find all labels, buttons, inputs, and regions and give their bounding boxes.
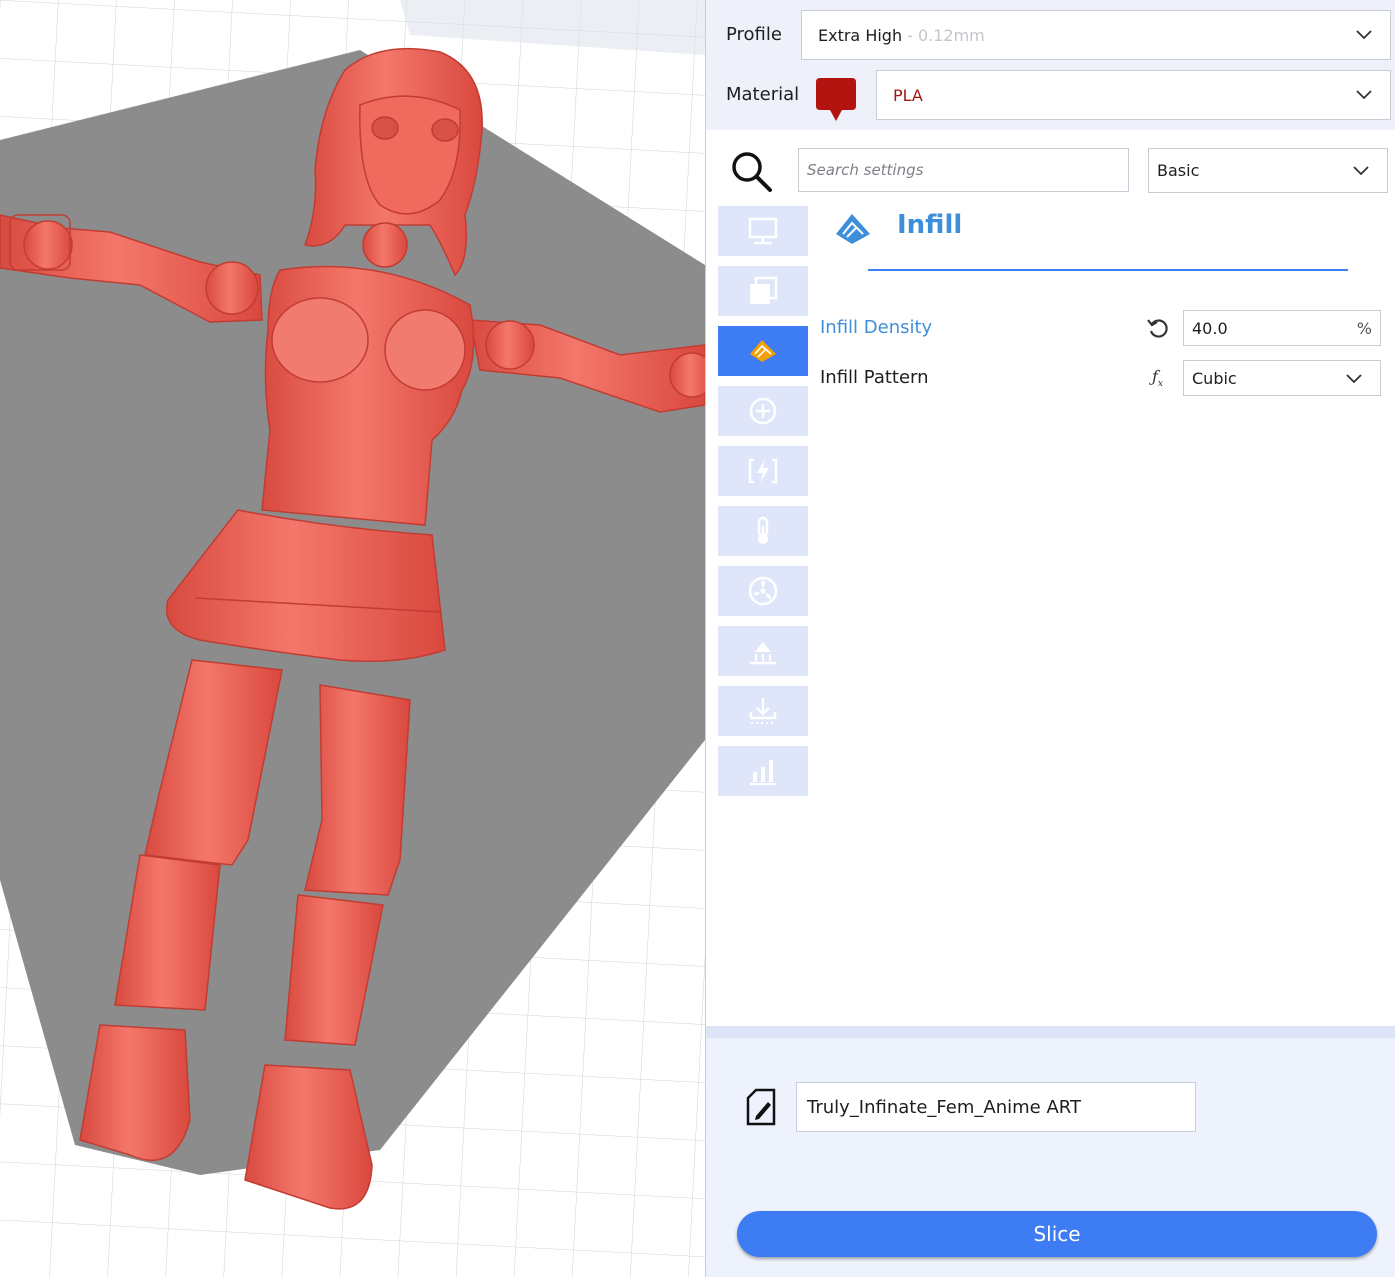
settings-visibility-value: Basic (1157, 161, 1200, 180)
infill-density-value: 40.0 (1192, 318, 1228, 338)
edit-file-icon[interactable] (746, 1088, 778, 1126)
category-adhesion-button[interactable] (718, 686, 808, 736)
function-icon: ƒx (1152, 367, 1163, 390)
profile-layer-height: - 0.12mm (907, 25, 985, 45)
print-setup-header: Profile Extra High - 0.12mm Material PLA (706, 0, 1395, 130)
monitor-icon (748, 217, 778, 245)
infill-icon (750, 340, 776, 362)
slice-button[interactable]: Slice (737, 1211, 1377, 1257)
infill-pattern-dropdown[interactable]: Cubic (1183, 360, 1381, 396)
material-label: Material (726, 84, 800, 105)
print-settings-panel: Profile Extra High - 0.12mm Material PLA… (705, 0, 1395, 1277)
profile-value: Extra High (818, 25, 903, 45)
search-settings-input[interactable] (798, 148, 1129, 192)
category-speed-button[interactable] (718, 446, 808, 496)
bar-chart-icon (750, 760, 776, 785)
category-walls-button[interactable] (718, 266, 808, 316)
infill-density-label: Infill Density (820, 317, 933, 338)
fan-icon (748, 576, 778, 606)
search-icon[interactable] (728, 148, 776, 196)
profile-dropdown[interactable]: Extra High - 0.12mm (801, 10, 1391, 60)
build-plate-scene (0, 0, 705, 1277)
support-icon (750, 642, 776, 665)
chevron-down-icon (1356, 30, 1372, 40)
infill-density-unit: % (1356, 318, 1372, 338)
settings-visibility-dropdown[interactable]: Basic (1148, 148, 1388, 193)
section-title: Infill (897, 210, 963, 240)
thermometer-icon (757, 516, 769, 544)
job-name-input[interactable]: Truly_Infinate_Fem_Anime ART (796, 1082, 1196, 1132)
chevron-down-icon (1353, 165, 1369, 175)
category-temperature-button[interactable] (718, 506, 808, 556)
lightning-icon (748, 458, 778, 484)
material-value: PLA (893, 85, 923, 105)
material-color-swatch-icon[interactable] (812, 76, 860, 124)
category-cooling-button[interactable] (718, 566, 808, 616)
category-experimental-button[interactable] (718, 746, 808, 796)
chevron-down-icon (1356, 90, 1372, 100)
download-tray-icon (749, 698, 777, 724)
reset-icon[interactable] (1146, 316, 1170, 340)
3d-viewport[interactable] (0, 0, 705, 1277)
category-infill-button[interactable] (718, 326, 808, 376)
infill-section-icon (836, 214, 870, 244)
infill-pattern-label: Infill Pattern (820, 367, 929, 388)
category-material-button[interactable] (718, 386, 808, 436)
category-support-button[interactable] (718, 626, 808, 676)
plus-circle-icon (749, 397, 777, 425)
material-dropdown[interactable]: PLA (876, 70, 1391, 120)
infill-density-field[interactable]: 40.0 % (1183, 310, 1381, 346)
infill-pattern-value: Cubic (1192, 368, 1237, 388)
section-divider (868, 269, 1348, 271)
category-quality-button[interactable] (718, 206, 808, 256)
chevron-down-icon (1346, 374, 1362, 384)
output-panel: Truly_Infinate_Fem_Anime ART Slice (706, 1026, 1395, 1277)
stacked-squares-icon (750, 276, 778, 304)
profile-label: Profile (726, 24, 782, 45)
